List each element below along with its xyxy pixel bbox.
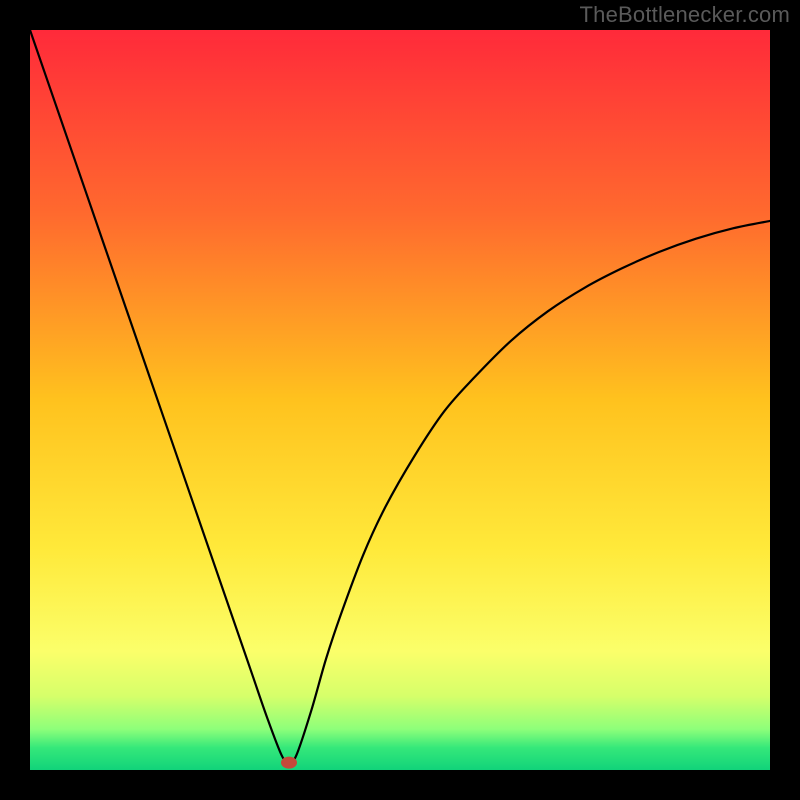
chart-frame: TheBottlenecker.com (0, 0, 800, 800)
gradient-background (30, 30, 770, 770)
bottleneck-chart (30, 30, 770, 770)
plot-area (30, 30, 770, 770)
watermark-label: TheBottlenecker.com (580, 2, 790, 28)
optimal-point-marker (281, 757, 297, 769)
